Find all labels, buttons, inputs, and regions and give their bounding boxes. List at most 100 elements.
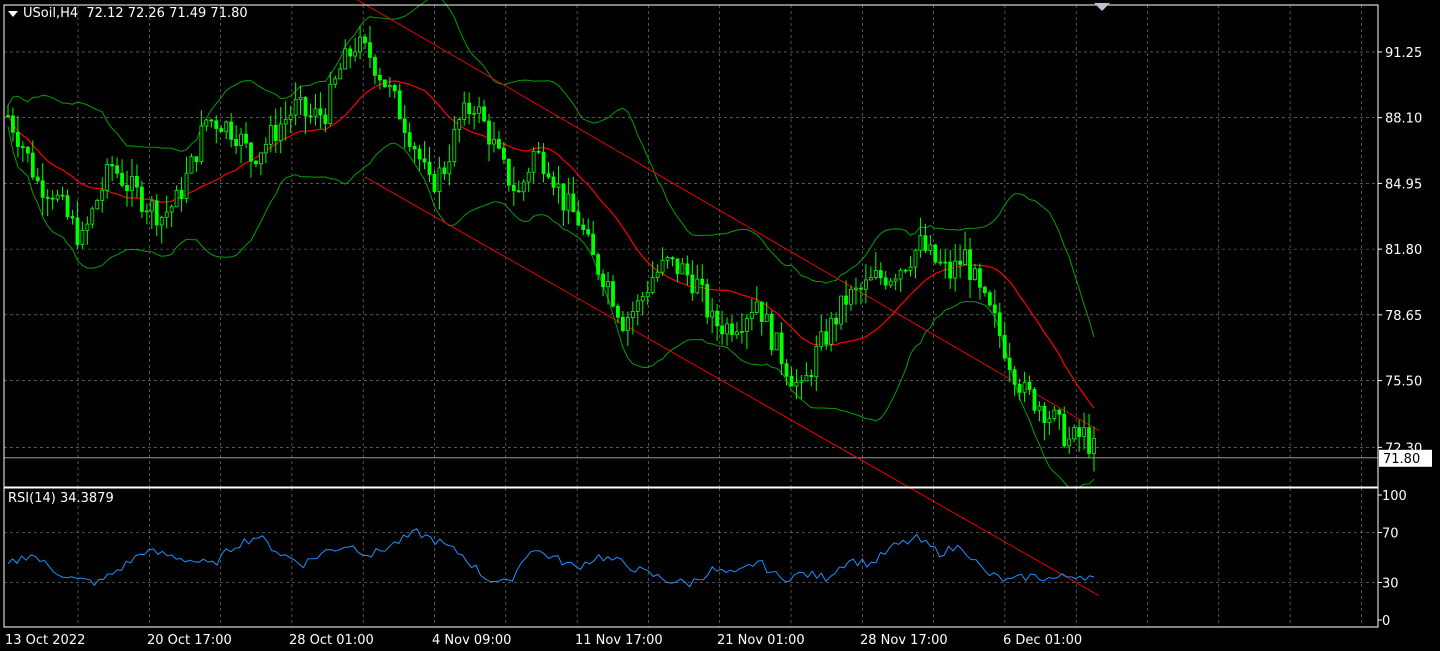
price-tick-label: 78.65 <box>1385 309 1422 324</box>
candle-body <box>670 257 675 260</box>
candle-body <box>164 211 169 218</box>
candle-body <box>1072 427 1077 440</box>
candle-body <box>45 196 50 199</box>
candle-body <box>556 183 561 188</box>
candle-body <box>120 172 124 186</box>
candle-body <box>650 276 655 294</box>
chart-canvas: 91.2588.1084.9581.8078.6575.5072.3071.80… <box>3 0 1432 648</box>
candle-body <box>239 133 243 147</box>
candle-body <box>229 121 234 140</box>
rsi-name: RSI(14) <box>8 491 56 506</box>
candle-body <box>814 346 819 378</box>
candle-body <box>625 317 630 331</box>
candle-body <box>392 84 397 92</box>
rsi-value: 34.3879 <box>59 491 114 506</box>
time-tick-label: 28 Nov 17:00 <box>860 633 948 648</box>
candle-body <box>1017 383 1022 393</box>
candle-body <box>467 102 472 115</box>
candle-body <box>928 244 933 251</box>
candle-body <box>333 78 338 85</box>
candle-body <box>497 138 501 149</box>
dropdown-triangle-icon[interactable] <box>8 10 18 17</box>
candle-body <box>1092 438 1096 454</box>
candle-body <box>11 115 15 133</box>
time-tick-label: 13 Oct 2022 <box>5 633 85 648</box>
candle-body <box>80 229 85 245</box>
candle-body <box>1022 381 1027 393</box>
candle-body <box>983 286 987 294</box>
candle-body <box>725 323 729 335</box>
candle-body <box>690 274 695 294</box>
candle-body <box>715 310 720 327</box>
candle-body <box>387 84 392 88</box>
candle-body <box>769 313 774 351</box>
candle-body <box>655 271 660 278</box>
candle-body <box>868 277 873 281</box>
candle-body <box>754 301 759 313</box>
price-panel-frame <box>3 4 1379 488</box>
candle-body <box>402 118 407 134</box>
candle-body <box>184 172 189 200</box>
candle-body <box>85 223 90 231</box>
candle-body <box>834 317 839 325</box>
price-candles <box>6 25 1096 472</box>
candle-body <box>373 56 377 76</box>
candle-body <box>194 156 199 163</box>
candle-body <box>130 176 134 192</box>
candle-body <box>189 156 194 174</box>
candle-body <box>358 36 362 53</box>
candle-body <box>95 199 100 210</box>
candle-body <box>705 284 710 318</box>
candle-body <box>268 125 273 145</box>
candle-body <box>288 114 293 120</box>
period-separator-marker-icon[interactable] <box>1094 3 1110 11</box>
candle-body <box>536 150 541 153</box>
candle-body <box>328 83 333 124</box>
bollinger-lower-line <box>7 126 1095 489</box>
candle-body <box>511 184 516 192</box>
rsi-panel-frame <box>3 487 1379 628</box>
rsi-series <box>7 528 1095 588</box>
candle-body <box>139 186 144 212</box>
candle-body <box>973 268 977 280</box>
candle-body <box>179 189 184 200</box>
candle-body <box>20 146 25 148</box>
candle-body <box>313 108 318 117</box>
price-tick-label: 81.80 <box>1385 243 1422 258</box>
candle-body <box>680 263 685 275</box>
candle-body <box>784 363 789 377</box>
candle-body <box>923 235 928 251</box>
candle-body <box>363 36 367 44</box>
candle-body <box>630 311 635 318</box>
candle-body <box>953 260 958 279</box>
candle-body <box>105 164 110 191</box>
time-tick-label: 20 Oct 17:00 <box>147 633 232 648</box>
candle-body <box>1062 413 1067 447</box>
candle-body <box>1037 405 1042 411</box>
candle-body <box>621 316 625 331</box>
candle-body <box>531 150 536 173</box>
channel-lower-line <box>364 176 1100 597</box>
candle-body <box>382 79 387 88</box>
candle-body <box>348 48 353 57</box>
moving-average-line <box>7 80 1095 409</box>
candle-body <box>863 279 868 290</box>
candle-body <box>75 217 80 245</box>
candle-body <box>144 210 149 213</box>
candle-body <box>700 278 705 285</box>
candle-body <box>278 123 283 141</box>
candle-body <box>764 313 769 323</box>
candle-body <box>958 260 963 265</box>
candle-body <box>244 133 248 144</box>
candle-body <box>665 257 670 261</box>
rsi-grid <box>4 488 1378 627</box>
candle-body <box>586 229 591 235</box>
rsi-tick-label: 70 <box>1382 527 1399 542</box>
candle-body <box>487 120 491 145</box>
candle-body <box>893 278 898 282</box>
candle-body <box>933 244 938 263</box>
candle-body <box>720 325 724 335</box>
candle-body <box>298 97 303 100</box>
candle-body <box>774 332 779 351</box>
candle-body <box>174 189 179 208</box>
